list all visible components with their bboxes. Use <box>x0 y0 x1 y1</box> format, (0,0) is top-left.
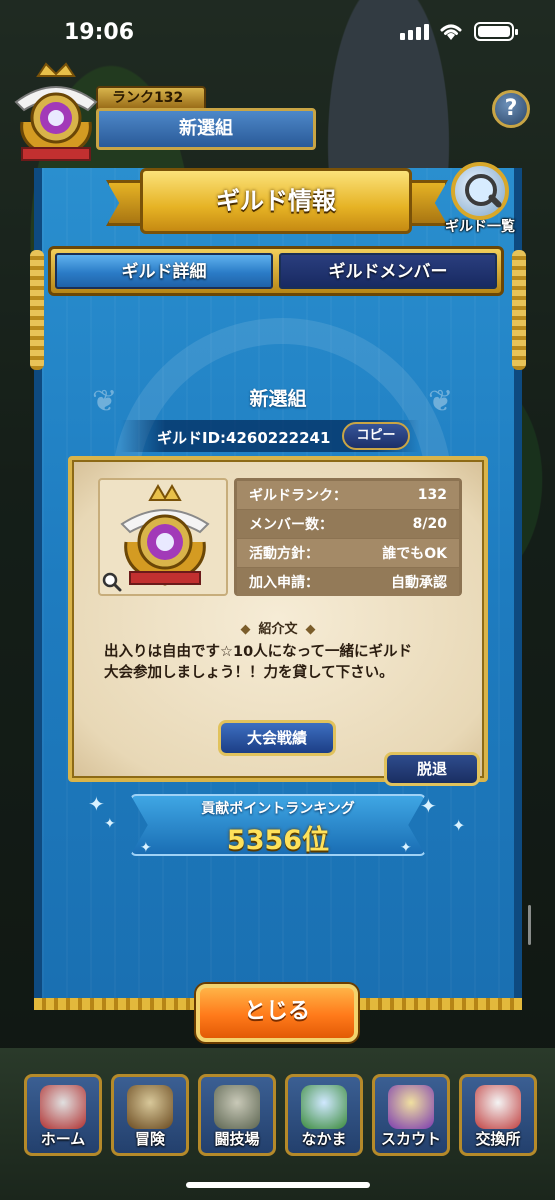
nav-label: スカウト <box>380 1130 441 1148</box>
intro-title: ◆ 紹介文 ◆ <box>68 618 488 637</box>
party-monster-icon <box>301 1085 347 1129</box>
nav-label: なかま <box>301 1130 347 1148</box>
info-key: ギルドランク： <box>249 488 347 504</box>
info-row-policy: 活動方針： 誰でもOK <box>237 539 459 567</box>
rope-decoration-right <box>512 250 526 370</box>
home-indicator[interactable] <box>186 1182 370 1188</box>
chevron-left-icon: ◆ <box>240 622 251 637</box>
sparkle-icon: ✦ <box>140 840 152 856</box>
info-key: メンバー数： <box>249 517 333 533</box>
nav-label: 冒険 <box>134 1130 165 1148</box>
tab-bar: ギルド詳細 ギルドメンバー <box>48 246 504 296</box>
leave-guild-button[interactable]: 脱退 <box>384 752 480 786</box>
nav-party[interactable]: なかま <box>285 1074 363 1156</box>
nav-arena[interactable]: 闘技場 <box>198 1074 276 1156</box>
sparkle-icon: ✦ <box>452 816 466 835</box>
guild-name-plate[interactable]: 新選組 <box>96 108 316 150</box>
adventure-wagon-icon <box>127 1085 173 1129</box>
sparkle-icon: ✦ <box>88 792 105 816</box>
intro-text: 出入りは自由です☆10人になって一緒にギルド 大会参加しましょう！！力を貸して下… <box>104 642 464 684</box>
panel-title: ギルド情報 <box>216 187 336 215</box>
sparkle-icon: ✦ <box>400 840 412 856</box>
info-row-guild-rank: ギルドランク： 132 <box>237 481 459 509</box>
copy-id-button[interactable]: コピー <box>342 422 410 450</box>
intro-title-text: 紹介文 <box>258 622 298 637</box>
zoom-icon[interactable] <box>102 572 122 592</box>
guild-id-text: ギルドID:4260222241 <box>157 429 331 447</box>
rope-decoration-left <box>30 250 44 370</box>
info-value: 自動承認 <box>391 575 447 591</box>
nav-scout[interactable]: スカウト <box>372 1074 450 1156</box>
guild-name-title: 新選組 <box>249 388 307 410</box>
info-key: 加入申請： <box>249 575 319 591</box>
info-value: 誰でもOK <box>382 546 447 562</box>
scout-portal-icon <box>388 1085 434 1129</box>
nav-exchange[interactable]: 交換所 <box>459 1074 537 1156</box>
home-tent-icon <box>40 1085 86 1129</box>
cellular-signal-icon <box>400 24 429 40</box>
nav-label: ホーム <box>40 1130 86 1148</box>
help-button[interactable]: ? <box>492 90 530 128</box>
guild-info-table: ギルドランク： 132 メンバー数： 8/20 活動方針： 誰でもOK 加入申請… <box>234 478 462 596</box>
chevron-right-icon: ◆ <box>305 622 316 637</box>
tournament-results-button[interactable]: 大会戦績 <box>218 720 336 756</box>
guild-rank-tab: ランク132 <box>96 86 206 110</box>
nav-adventure[interactable]: 冒険 <box>111 1074 189 1156</box>
nav-label: 闘技場 <box>214 1130 260 1148</box>
intro-line: 大会参加しましょう！！力を貸して下さい。 <box>104 665 394 681</box>
status-bar: 19:06 <box>0 0 555 66</box>
sparkle-icon: ✦ <box>104 816 116 832</box>
ranking-label: 貢献ポイントランキング <box>201 801 355 817</box>
scroll-indicator <box>528 905 531 945</box>
arena-castle-icon <box>214 1085 260 1129</box>
nav-home[interactable]: ホーム <box>24 1074 102 1156</box>
ranking-value: 5356位 <box>226 825 330 856</box>
battery-icon <box>474 22 518 41</box>
magnifier-icon <box>451 162 509 220</box>
guild-emblem-icon[interactable] <box>8 62 104 168</box>
sparkle-icon: ✦ <box>420 794 437 818</box>
nav-label: 交換所 <box>475 1130 521 1148</box>
panel-title-ribbon: ギルド情報 <box>140 168 412 234</box>
close-button[interactable]: とじる <box>196 984 358 1042</box>
info-key: 活動方針： <box>249 546 319 562</box>
tab-guild-members[interactable]: ギルドメンバー <box>279 253 497 289</box>
info-value: 8/20 <box>412 516 447 532</box>
status-time: 19:06 <box>64 20 135 45</box>
wifi-icon <box>440 24 462 40</box>
info-row-join-request: 加入申請： 自動承認 <box>237 568 459 596</box>
exchange-creature-icon <box>475 1085 521 1129</box>
intro-line: 出入りは自由です☆10人になって一緒にギルド <box>104 644 412 660</box>
tab-guild-details[interactable]: ギルド詳細 <box>55 253 273 289</box>
info-value: 132 <box>417 487 447 503</box>
guild-list-button[interactable]: ギルド一覧 <box>436 160 524 242</box>
info-row-member-count: メンバー数： 8/20 <box>237 510 459 538</box>
